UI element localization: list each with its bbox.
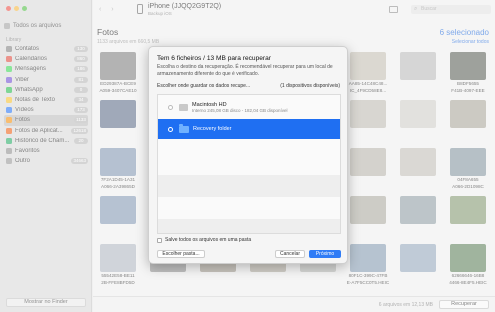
location-radio[interactable]: [168, 126, 173, 132]
location-radio[interactable]: [168, 104, 173, 110]
hard-disk-icon: [179, 103, 188, 111]
list-stripe: [158, 175, 340, 197]
save-all-label: Salve todos os arquivos em uma pasta: [165, 237, 252, 243]
recover-dialog: Tem 6 ficheiros / 13 MB para recuperar E…: [148, 46, 348, 264]
location-detail: Interno 245,08 GB disco - 182,04 GB disp…: [192, 107, 288, 113]
list-stripe: [158, 219, 340, 233]
choose-location-label: Escolher onde guardar os dados recupe...: [157, 83, 251, 89]
available-devices-label: (1 dispositivos disponíveis): [280, 83, 340, 89]
location-name: Recovery folder: [193, 126, 232, 132]
location-row-macintosh-hd[interactable]: Macintosh HD Interno 245,08 GB disco - 1…: [158, 97, 340, 117]
save-all-option[interactable]: Salve todos os arquivos em uma pasta: [157, 237, 251, 243]
folder-icon: [179, 124, 189, 133]
choose-folder-button[interactable]: Escolher pasta...: [157, 250, 205, 258]
dialog-description: Escolha o destino da recuperação. É reco…: [157, 64, 333, 77]
next-button[interactable]: Próximo: [309, 250, 341, 258]
location-row-recovery-folder[interactable]: Recovery folder: [158, 119, 340, 139]
dialog-title: Tem 6 ficheiros / 13 MB para recuperar: [157, 55, 271, 62]
location-list: Macintosh HD Interno 245,08 GB disco - 1…: [157, 94, 341, 234]
save-all-checkbox[interactable]: [157, 237, 162, 243]
cancel-button[interactable]: Cancelar: [275, 250, 305, 258]
